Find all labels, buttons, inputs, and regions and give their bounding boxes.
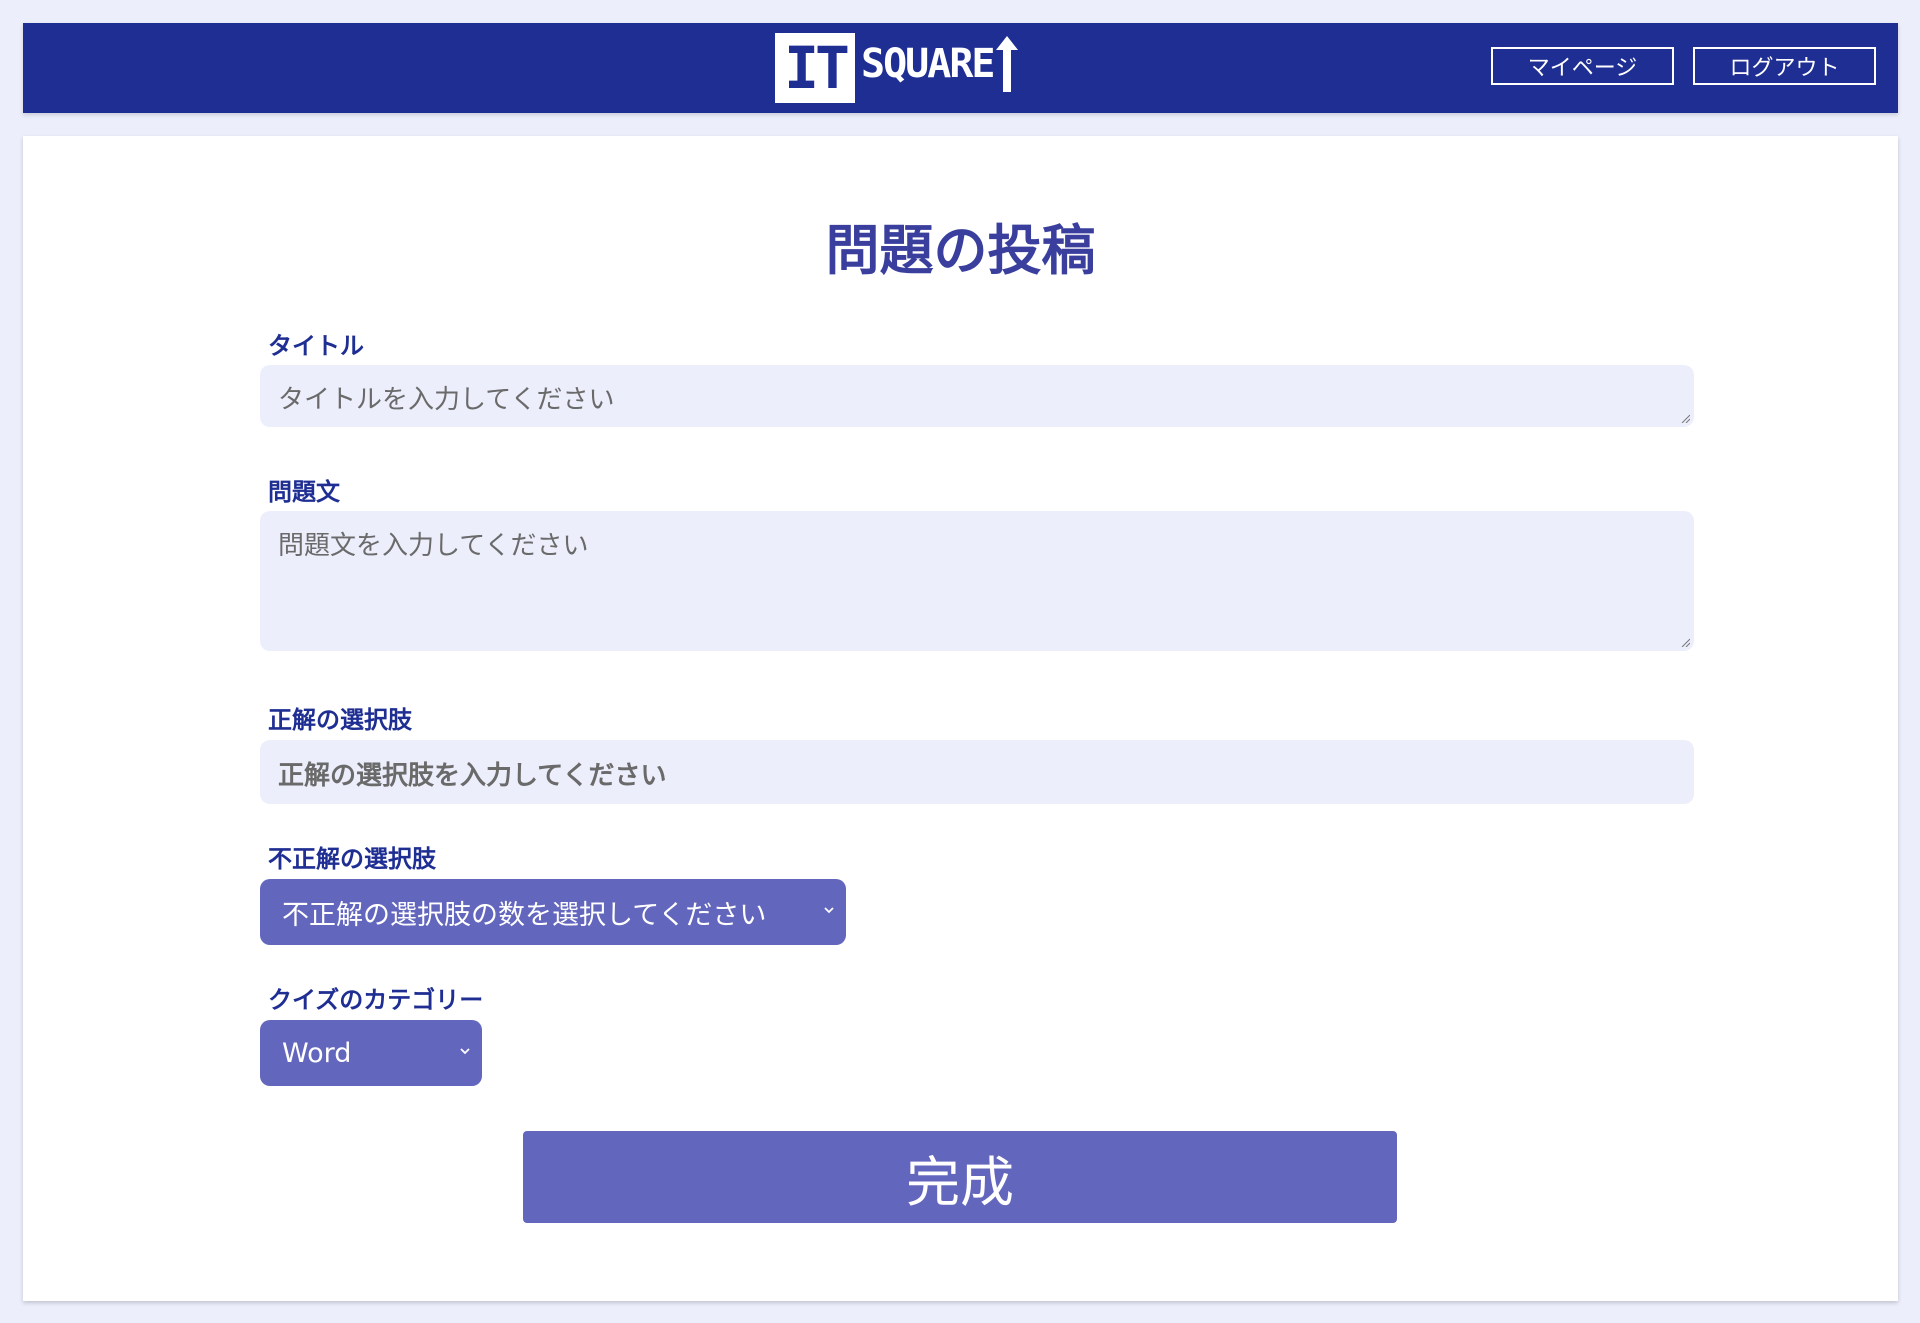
incorrect-count-select[interactable]: 不正解の選択肢の数を選択してください [260, 879, 846, 945]
title-placeholder: タイトルを入力してください [278, 385, 615, 415]
top-header: IT SQUARE マイページ ログアウト [23, 23, 1898, 113]
category-label: クイズのカテゴリー [268, 986, 484, 1014]
title-label: タイトル [268, 332, 364, 360]
resize-grip-icon[interactable] [1680, 413, 1690, 423]
title-input[interactable]: タイトルを入力してください [260, 365, 1694, 427]
site-logo[interactable]: IT SQUARE [775, 31, 1018, 105]
logo-square-text: SQUARE [861, 41, 995, 87]
category-select[interactable]: Word [260, 1020, 482, 1086]
page-title: 問題の投稿 [825, 219, 1096, 282]
logo-it-box: IT [775, 33, 855, 103]
post-question-card: 問題の投稿 タイトル タイトルを入力してください 問題文 問題文を入力してくださ… [23, 136, 1898, 1301]
correct-choice-input[interactable]: 正解の選択肢を入力してください [260, 740, 1694, 804]
mypage-button[interactable]: マイページ [1491, 47, 1674, 85]
resize-grip-icon[interactable] [1680, 637, 1690, 647]
correct-choice-placeholder: 正解の選択肢を入力してください [278, 761, 667, 791]
up-arrow-icon [995, 36, 1018, 92]
question-label: 問題文 [268, 478, 340, 506]
correct-choice-label: 正解の選択肢 [268, 706, 412, 734]
logout-button[interactable]: ログアウト [1693, 47, 1876, 85]
incorrect-count-selected: 不正解の選択肢の数を選択してください [282, 899, 767, 931]
chevron-down-icon [824, 907, 834, 914]
incorrect-choices-label: 不正解の選択肢 [268, 845, 436, 873]
submit-button[interactable]: 完成 [523, 1131, 1397, 1223]
question-placeholder: 問題文を入力してください [278, 531, 589, 561]
chevron-down-icon [460, 1048, 470, 1055]
category-selected: Word [282, 1037, 352, 1069]
question-textarea[interactable]: 問題文を入力してください [260, 511, 1694, 651]
